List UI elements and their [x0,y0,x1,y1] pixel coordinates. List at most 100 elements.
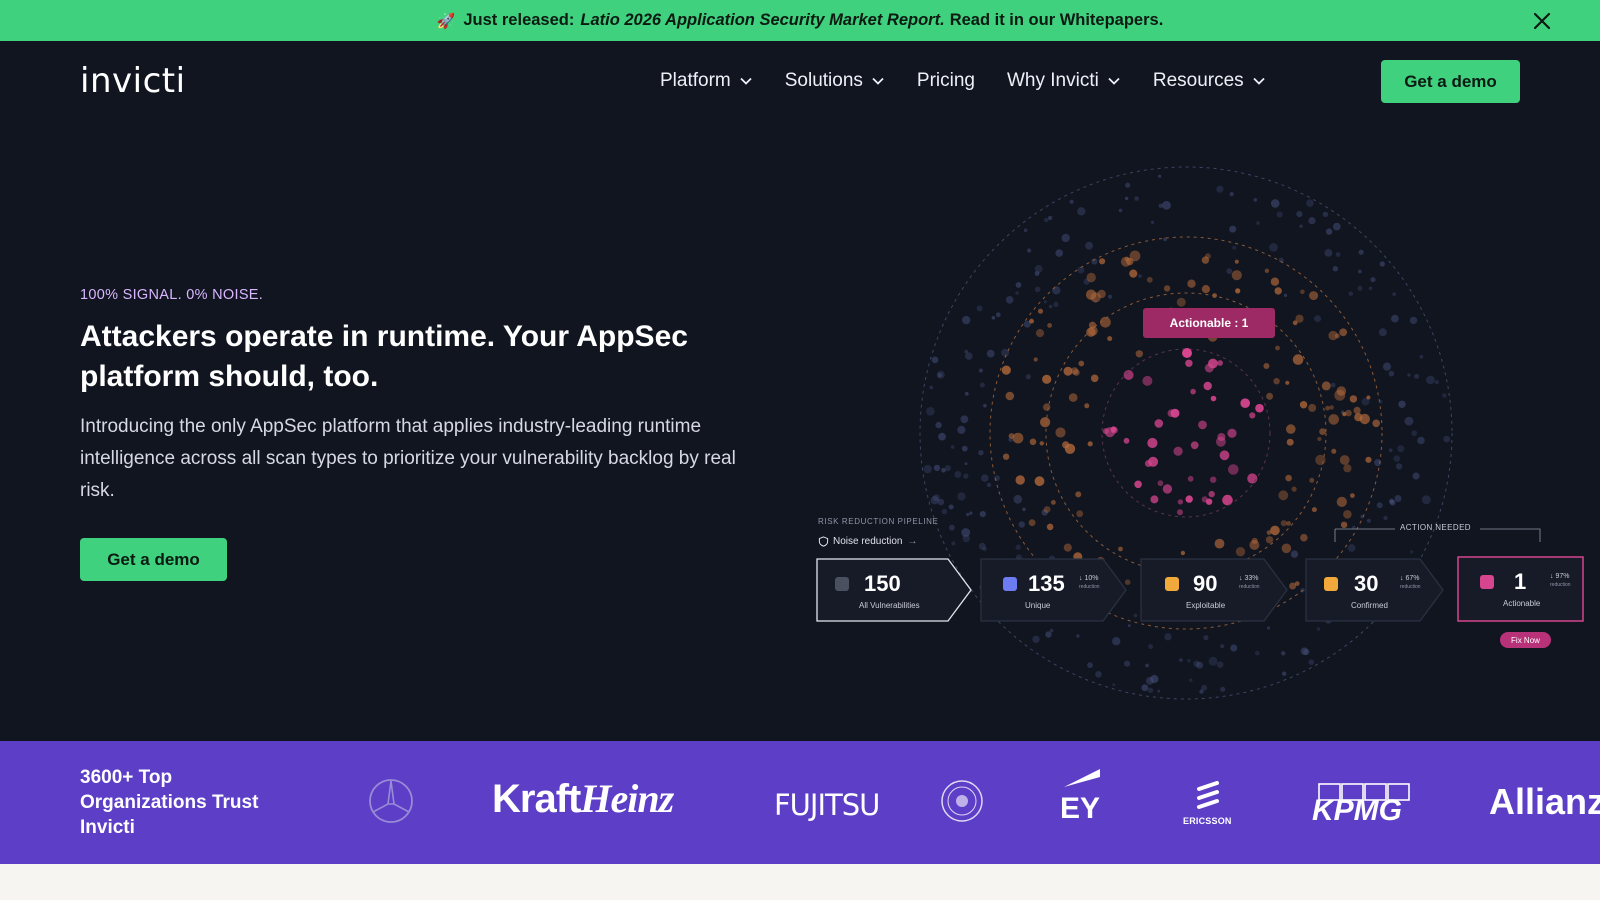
fix-now-button[interactable]: Fix Now [1500,632,1551,648]
invicti-logo[interactable]: invicti [80,61,186,101]
vulnerability-dot [1064,443,1076,454]
actionable-point[interactable] [1182,348,1192,358]
vulnerability-dot [1077,207,1086,216]
vulnerability-dot [957,492,966,501]
vulnerability-dot [938,432,946,441]
vulnerability-dot [1201,285,1210,294]
ey-beam-icon [1064,769,1100,787]
actionable-tooltip: Actionable : 1 [1143,308,1275,338]
vulnerability-dot [1095,671,1102,678]
nav-why-invicti-label: Why Invicti [1007,70,1099,91]
vulnerability-dot [1048,304,1053,309]
card-label: Actionable [1503,599,1541,608]
vulnerability-dot [1220,686,1226,692]
vulnerability-dot [1306,199,1314,207]
vulnerability-dot [965,352,973,360]
vulnerability-dot [1034,286,1041,293]
vulnerability-dot [1392,292,1396,296]
vulnerability-dot [1282,671,1287,676]
noise-reduction-label: Noise reduction [833,536,903,547]
vulnerability-dot [1176,297,1186,307]
vulnerability-dot [1090,374,1099,383]
vulnerability-dot [1270,525,1280,536]
nav-solutions-label: Solutions [784,70,863,91]
vulnerability-dot [1226,268,1233,274]
vulnerability-dot [1378,328,1387,337]
vulnerability-dot [923,464,932,474]
vulnerability-dot [1317,436,1322,442]
vulnerability-dot [954,471,962,478]
vulnerability-dot [1253,198,1258,202]
nav-resources[interactable]: Resources [1153,70,1266,92]
nav-why-invicti[interactable]: Why Invicti [1007,70,1121,92]
vulnerability-dot [1187,659,1191,663]
vulnerability-dot [1025,374,1031,380]
vulnerability-dot [1015,544,1021,550]
vulnerability-dot [1398,400,1406,408]
vulnerability-dot [1173,446,1183,456]
vulnerability-dot [1388,370,1395,377]
vulnerability-dot [933,464,941,472]
vulnerability-dot [1190,441,1199,450]
nav-platform[interactable]: Platform [660,70,753,92]
vulnerability-dot [950,445,955,449]
announcement-bar[interactable]: 🚀 Just released: Latio 2026 Application … [0,0,1600,41]
vulnerability-dot [1330,382,1336,388]
announcement-report-link[interactable]: Latio 2026 Application Security Market R… [580,11,944,30]
mercedes-logo [369,779,413,823]
vulnerability-dot [1123,370,1134,380]
vulnerability-dot [1388,448,1393,453]
vulnerability-dot [1382,362,1392,371]
vulnerability-dot [1393,455,1401,462]
vulnerability-dot [1055,249,1063,257]
action-needed-label: ACTION NEEDED [1400,523,1471,532]
vulnerability-dot [1208,656,1218,666]
vulnerability-dot [969,511,973,515]
vulnerability-dot [1286,521,1291,526]
close-icon[interactable] [1530,9,1554,33]
vulnerability-dot [935,421,942,429]
card-all-vulnerabilities[interactable]: 150 All Vulnerabilities [817,559,949,623]
card-confirmed[interactable]: 30 Confirmed ↓ 67% reduction [1306,559,1422,623]
vulnerability-dot [960,415,969,424]
vulnerability-dot [1366,518,1371,523]
target-icon [835,577,849,591]
vulnerability-dot [1249,412,1256,419]
vulnerability-dot [926,406,935,416]
announcement-suffix[interactable]: Read it in our Whitepapers. [950,11,1164,30]
header-get-demo-button[interactable]: Get a demo [1381,60,1520,103]
chevron-down-icon [872,77,884,85]
hero-get-demo-button[interactable]: Get a demo [80,538,227,581]
vulnerability-dot [1033,357,1038,362]
noise-reduction-link[interactable]: Noise reduction → [818,536,917,547]
vulnerability-dot [1412,472,1420,480]
vulnerability-dot [1047,215,1053,221]
hero-subtext: Introducing the only AppSec platform tha… [80,416,736,501]
vulnerability-dot [1055,427,1066,438]
vulnerability-dot [1285,380,1290,385]
card-reduction: ↓ 67% reduction [1400,575,1421,590]
card-exploitable[interactable]: 90 Exploitable ↓ 33% reduction [1141,559,1265,623]
vulnerability-dot [1034,476,1045,487]
vulnerability-dot [1296,211,1303,218]
vulnerability-dot [1162,484,1173,494]
card-actionable[interactable]: 1 Actionable ↓ 97% reduction [1458,557,1583,621]
vulnerability-dot [929,385,934,390]
vulnerability-dot [1150,495,1159,504]
vulnerability-dot [1029,438,1037,446]
card-unique[interactable]: 135 Unique ↓ 10% reduction [981,559,1105,623]
nav-solutions[interactable]: Solutions [785,70,885,92]
risk-visualization [800,161,1600,741]
seal-logo [941,780,983,822]
vulnerability-dot [1254,650,1260,656]
vulnerability-dot [1027,248,1032,253]
vulnerability-dot [948,504,954,510]
nav-pricing[interactable]: Pricing [917,70,975,92]
vulnerability-dot [994,475,1000,481]
vulnerability-dot [1051,500,1056,505]
vulnerability-dot [1339,455,1350,465]
vulnerability-dot [1329,405,1334,410]
vulnerability-dot [1123,437,1130,444]
vulnerability-dot [1247,473,1258,484]
vulnerability-dot [1118,546,1123,552]
